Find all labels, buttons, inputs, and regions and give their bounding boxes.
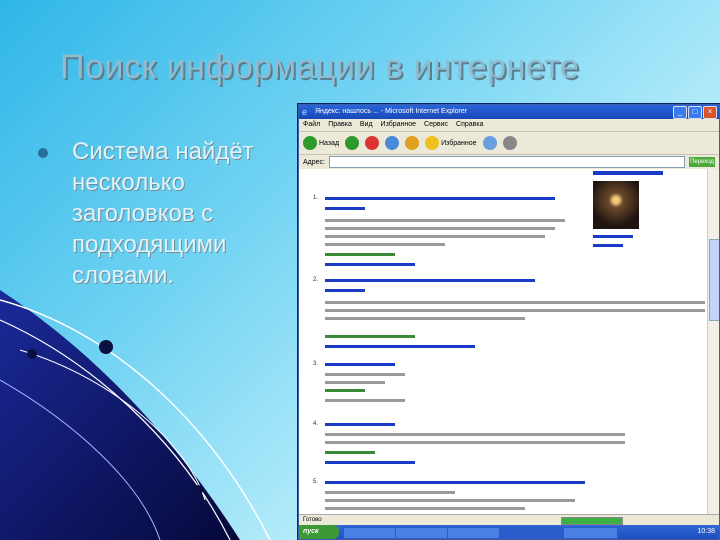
result-snippet (325, 433, 625, 436)
menu-item-favorites[interactable]: Избранное (381, 119, 416, 131)
back-button[interactable]: Назад (303, 136, 339, 150)
menu-item-file[interactable]: Файл (303, 119, 320, 131)
favorites-label: Избранное (441, 139, 477, 147)
back-arrow-icon (303, 136, 317, 150)
result-url[interactable] (325, 451, 375, 454)
result-url[interactable] (325, 389, 365, 392)
side-link[interactable] (593, 244, 623, 247)
close-icon[interactable]: × (703, 106, 717, 119)
result-title-line[interactable] (325, 289, 365, 292)
result-title-line[interactable] (325, 207, 365, 210)
result-number: 3. (313, 361, 319, 367)
menu-item-help[interactable]: Справка (456, 119, 483, 131)
browser-toolbar: Назад Избранное (299, 132, 719, 155)
swoosh-dot-1 (99, 340, 113, 354)
refresh-icon[interactable] (385, 136, 400, 150)
result-number: 4. (313, 421, 319, 427)
result-title-line[interactable] (325, 481, 585, 484)
forward-arrow-icon[interactable] (345, 136, 360, 150)
slide: Поиск информации в интернете Система най… (0, 0, 720, 540)
page-title: Поиск информации в интернете (60, 48, 580, 86)
back-label: Назад (319, 139, 340, 147)
favorites-button[interactable]: Избранное (425, 136, 477, 150)
status-text: Готово (303, 517, 322, 523)
result-more-links[interactable] (325, 345, 475, 348)
address-bar: Адрес: Переход (299, 155, 719, 170)
result-title-line[interactable] (325, 197, 555, 200)
sidebar-ad (593, 171, 673, 247)
side-title[interactable] (593, 171, 663, 175)
result-number: 1. (313, 195, 319, 201)
bullet-dot-icon (38, 148, 48, 158)
browser-titlebar[interactable]: e Яндекс: нашлось ... - Microsoft Intern… (299, 105, 719, 119)
clock: 10:38 (697, 528, 715, 535)
ie-icon: e (302, 107, 308, 117)
result-url[interactable] (325, 253, 395, 256)
side-image[interactable] (593, 181, 639, 229)
start-button[interactable]: пуск (299, 525, 339, 539)
result-snippet (325, 399, 405, 402)
taskbar-item[interactable] (343, 527, 396, 539)
result-more-links[interactable] (325, 461, 415, 464)
result-snippet (325, 227, 555, 230)
menu-item-view[interactable]: Вид (360, 119, 373, 131)
result-title-line[interactable] (325, 363, 395, 366)
result-snippet (325, 243, 445, 246)
minimize-icon[interactable]: _ (673, 106, 687, 119)
result-snippet (325, 441, 625, 444)
window-title: Яндекс: нашлось ... - Microsoft Internet… (315, 108, 468, 115)
address-label: Адрес: (303, 158, 325, 166)
result-snippet (325, 499, 575, 502)
taskbar-item[interactable] (499, 527, 564, 539)
bullet-text: Система найдёт несколько заголовков с по… (72, 138, 254, 289)
result-snippet (325, 235, 545, 238)
address-input[interactable] (328, 156, 685, 168)
taskbar: пуск 10:38 (299, 525, 719, 539)
result-title-line[interactable] (325, 279, 535, 282)
menu-bar: Файл Правка Вид Избранное Сервис Справка (299, 119, 719, 132)
scroll-thumb[interactable] (709, 239, 719, 321)
vertical-scrollbar[interactable] (707, 169, 719, 525)
result-number: 5. (313, 479, 319, 485)
home-icon[interactable] (405, 136, 420, 150)
result-snippet (325, 381, 385, 384)
side-link[interactable] (593, 235, 633, 238)
result-snippet (325, 491, 455, 494)
result-number: 2. (313, 277, 319, 283)
status-bar: Готово (299, 514, 719, 525)
result-snippet (325, 309, 705, 312)
stop-icon[interactable] (365, 136, 380, 150)
star-icon (425, 136, 440, 150)
menu-item-edit[interactable]: Правка (328, 119, 352, 131)
result-url[interactable] (325, 335, 415, 338)
progress-fill (562, 518, 622, 524)
browser-window[interactable]: e Яндекс: нашлось ... - Microsoft Intern… (298, 104, 720, 540)
go-button[interactable]: Переход (689, 157, 715, 167)
result-snippet (325, 317, 525, 320)
page-content: 1. 2. 3. 4. 5. (299, 169, 707, 525)
maximize-icon[interactable]: □ (688, 106, 702, 119)
result-snippet (325, 219, 565, 222)
taskbar-item[interactable] (447, 527, 500, 539)
result-snippet (325, 507, 525, 510)
progress-bar (561, 517, 623, 525)
result-title-line[interactable] (325, 423, 395, 426)
swoosh-dot-2 (27, 349, 37, 359)
taskbar-item[interactable] (395, 527, 448, 539)
print-icon[interactable] (502, 136, 517, 150)
result-more-links[interactable] (325, 263, 415, 266)
window-controls: _ □ × (673, 106, 717, 119)
taskbar-item[interactable] (563, 527, 618, 539)
swoosh-dot-3 (193, 485, 203, 495)
mail-icon[interactable] (482, 136, 497, 150)
menu-item-tools[interactable]: Сервис (424, 119, 448, 131)
result-snippet (325, 373, 405, 376)
result-snippet (325, 301, 705, 304)
